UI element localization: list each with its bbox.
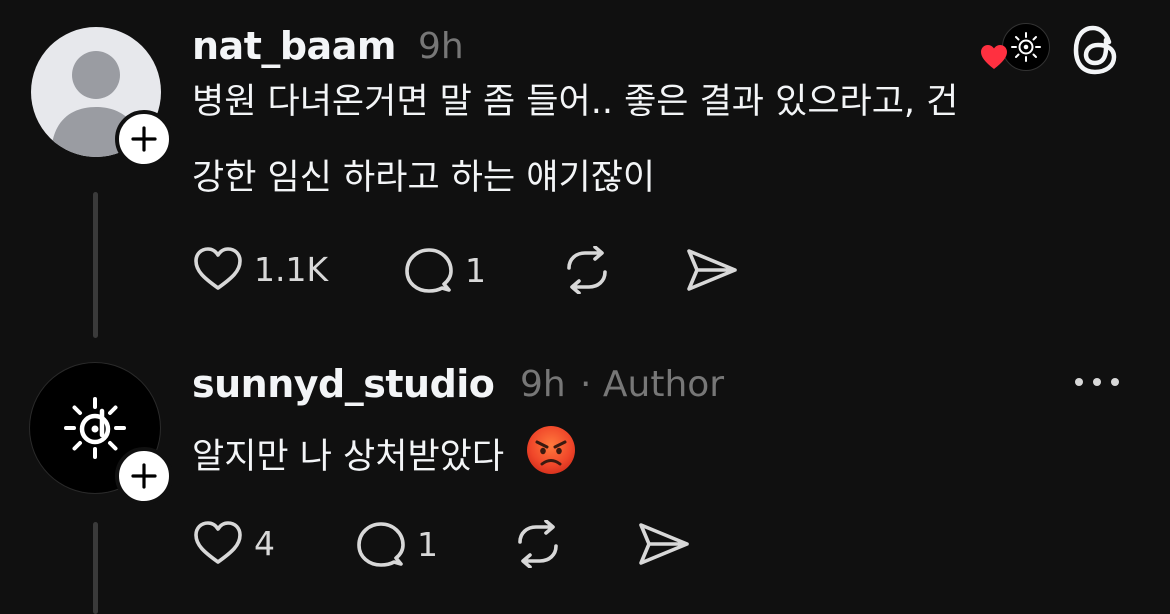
follow-button[interactable] (115, 447, 173, 505)
plus-icon (131, 126, 157, 152)
like-count: 1.1K (254, 249, 329, 289)
follow-button[interactable] (115, 110, 173, 168)
repost-icon (567, 246, 607, 294)
comment-button[interactable]: 1 (355, 520, 438, 568)
plus-icon (131, 463, 157, 489)
heart-icon (194, 521, 242, 564)
thread-line (93, 192, 98, 338)
send-icon (687, 249, 737, 291)
angry-face-emoji (525, 424, 577, 492)
timestamp: 9h (418, 26, 464, 67)
share-button[interactable] (685, 246, 739, 294)
reply-text-content: 알지만 나 상처받았다 (192, 437, 505, 477)
repost-button[interactable] (561, 246, 613, 294)
like-button[interactable]: 1.1K (192, 246, 328, 292)
threads-logo-icon[interactable] (1072, 24, 1122, 76)
comment-bubble-icon (357, 522, 405, 567)
timestamp: 9h (520, 364, 566, 405)
reply-text: 알지만 나 상처받았다 (192, 424, 577, 492)
repost-icon (518, 520, 558, 568)
more-options-button[interactable] (1072, 372, 1122, 392)
heart-icon (194, 247, 242, 290)
username[interactable]: sunnyd_studio (192, 362, 495, 406)
reply-text-line: 병원 다녀온거면 말 좀 들어.. 좋은 결과 있으라고, 건 (192, 82, 959, 122)
comment-count: 1 (465, 250, 486, 290)
reply-text-line: 강한 임신 하라고 하는 얘기잖이 (192, 158, 656, 198)
like-button[interactable]: 4 (192, 520, 275, 566)
heart-filled-icon (981, 45, 1007, 69)
author-mini-avatar (1002, 23, 1050, 71)
share-button[interactable] (637, 520, 691, 568)
thread-line (93, 522, 98, 614)
comment-bubble-icon (405, 248, 453, 293)
send-icon (639, 523, 689, 565)
threads-reply-screen: nat_baam 9h 병원 다녀온거면 말 좀 들어.. 좋은 결과 있으라고… (0, 0, 1170, 614)
author-label: · Author (580, 364, 725, 405)
comment-count: 1 (417, 524, 438, 564)
sun-logo-icon (1011, 32, 1041, 62)
comment-button[interactable]: 1 (403, 246, 486, 294)
more-horizontal-icon (1075, 378, 1119, 386)
username[interactable]: nat_baam (192, 24, 396, 68)
liked-by-author-indicator (980, 22, 1050, 72)
like-count: 4 (254, 523, 275, 563)
angry-face-icon (527, 426, 576, 474)
repost-button[interactable] (512, 520, 564, 568)
